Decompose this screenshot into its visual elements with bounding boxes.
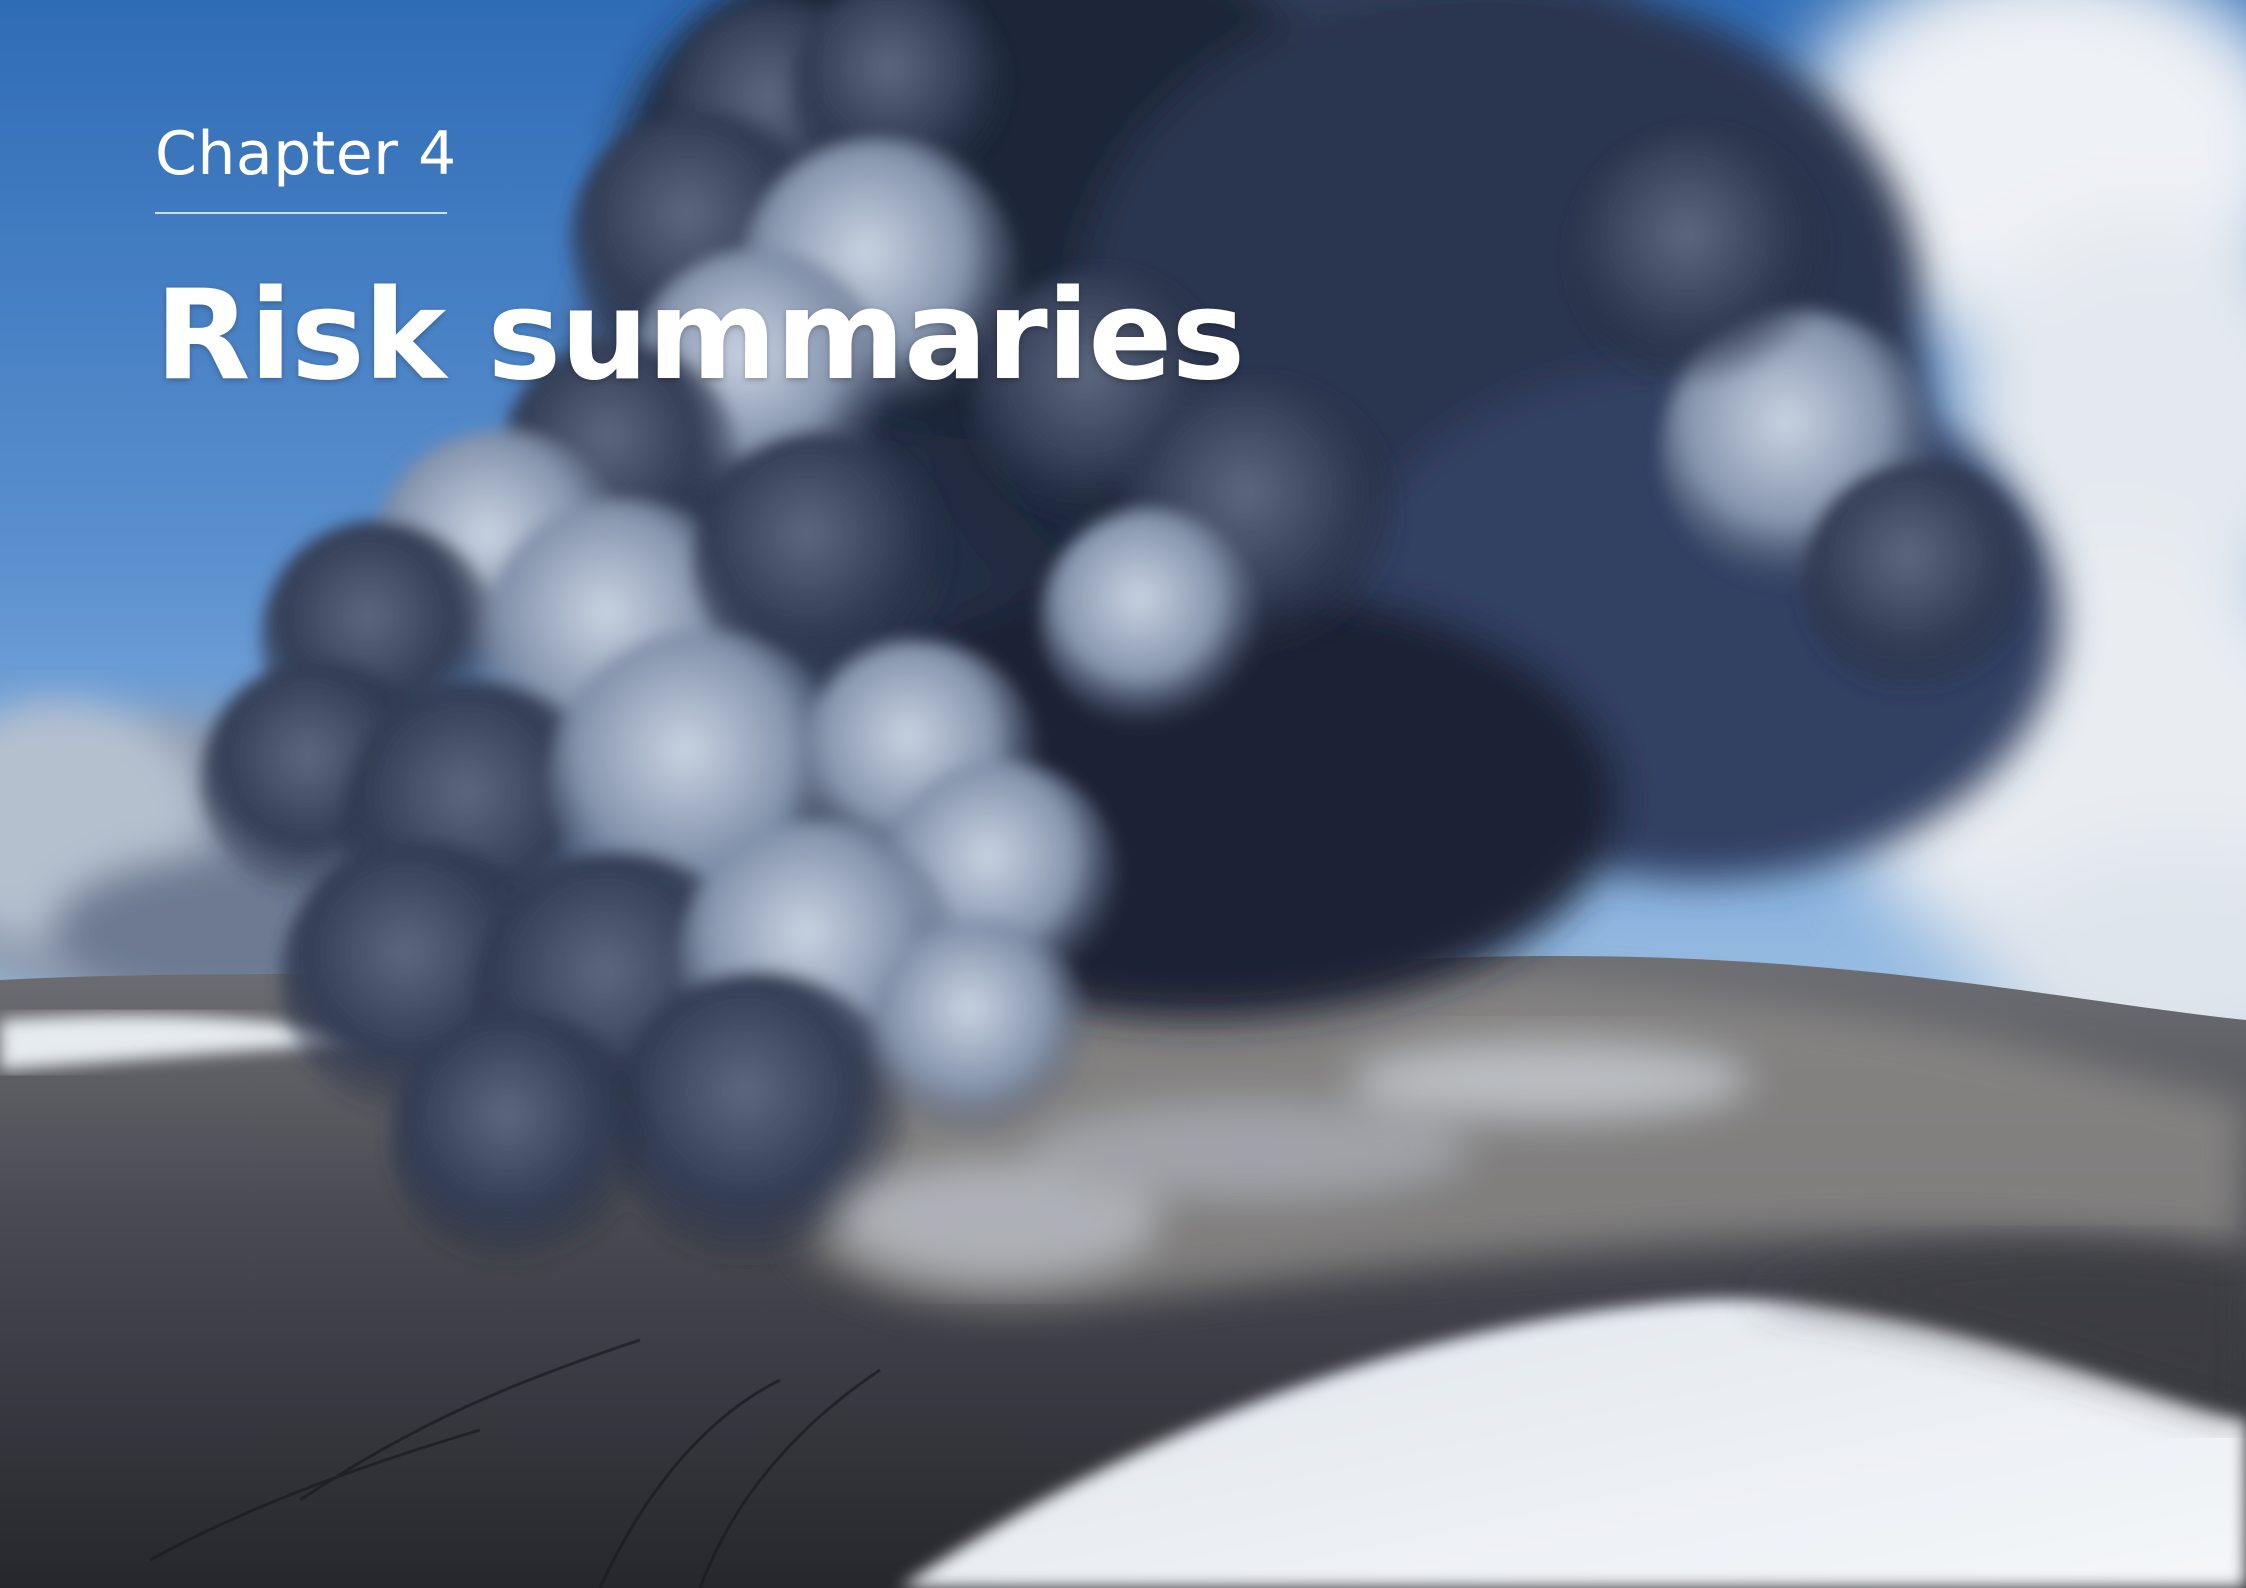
chapter-header: Chapter 4 Risk summaries	[155, 118, 1245, 408]
chapter-cover-page: Chapter 4 Risk summaries	[0, 0, 2246, 1588]
chapter-title: Risk summaries	[155, 264, 1245, 408]
chapter-divider-rule	[155, 212, 447, 214]
chapter-number-label: Chapter 4	[155, 119, 457, 189]
